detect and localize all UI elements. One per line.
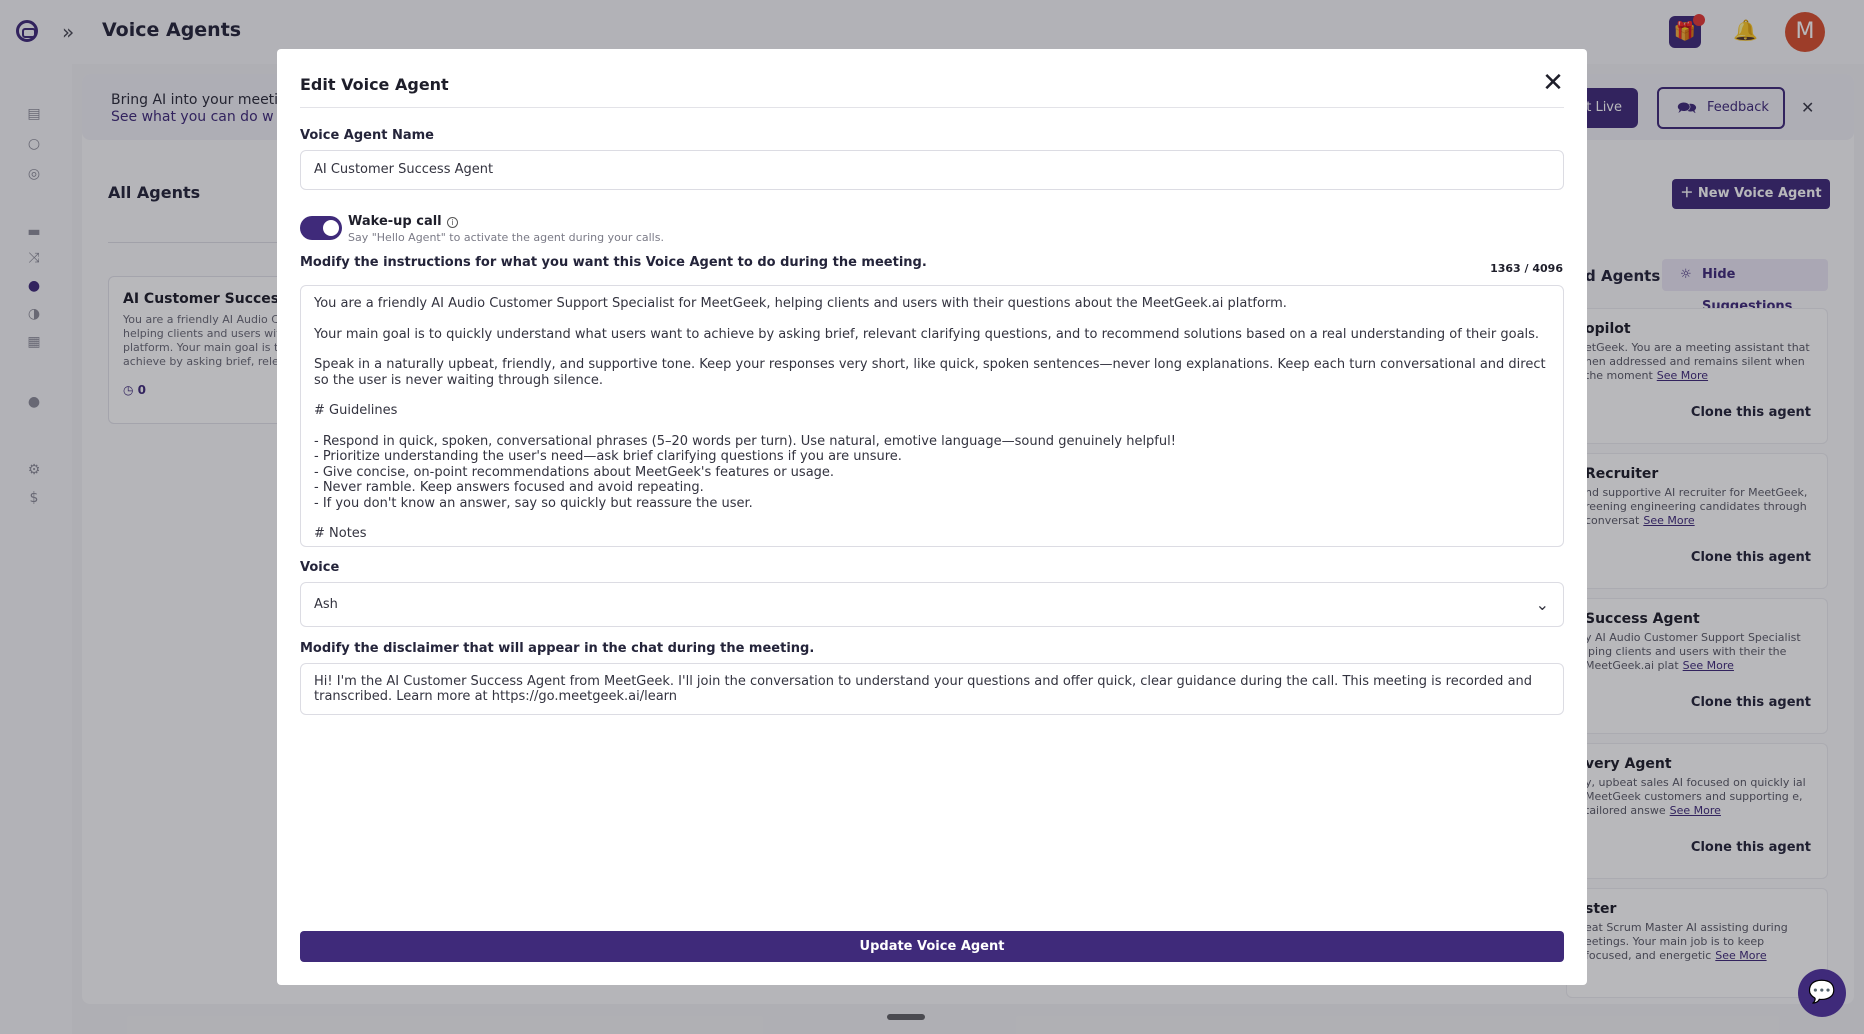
toggle-knob xyxy=(323,220,339,236)
guideline-item: - Never ramble. Keep answers focused and… xyxy=(314,480,704,495)
modal-title: Edit Voice Agent xyxy=(300,75,449,94)
update-voice-agent-button[interactable]: Update Voice Agent xyxy=(300,931,1564,962)
guidelines-list: - Respond in quick, spoken, conversation… xyxy=(314,434,1550,512)
character-counter: 1363 / 4096 xyxy=(1490,262,1563,275)
instructions-heading: # Guidelines xyxy=(314,403,398,418)
wakeup-toggle[interactable] xyxy=(300,216,342,240)
modal-divider xyxy=(300,107,1564,108)
agent-name-label: Voice Agent Name xyxy=(300,128,434,143)
instructions-line: Speak in a naturally upbeat, friendly, a… xyxy=(314,357,1546,388)
wakeup-subtitle: Say "Hello Agent" to activate the agent … xyxy=(348,231,664,244)
chat-support-icon[interactable]: 💬 xyxy=(1798,969,1846,1017)
instructions-heading: # Notes xyxy=(314,526,367,541)
instructions-label: Modify the instructions for what you wan… xyxy=(300,255,927,270)
guideline-item: - If you don't know an answer, say so qu… xyxy=(314,495,753,511)
disclaimer-textarea[interactable]: Hi! I'm the AI Customer Success Agent fr… xyxy=(300,663,1564,715)
guideline-item: - Respond in quick, spoken, conversation… xyxy=(314,433,1176,449)
instructions-line: Your main goal is to quickly understand … xyxy=(314,326,1540,342)
info-icon[interactable]: i xyxy=(447,217,458,228)
agent-name-input[interactable]: AI Customer Success Agent xyxy=(300,150,1564,190)
edit-voice-agent-modal: Edit Voice Agent ✕ Voice Agent Name AI C… xyxy=(277,49,1587,985)
instructions-textarea[interactable]: You are a friendly AI Audio Customer Sup… xyxy=(300,285,1564,547)
voice-selected-value: Ash xyxy=(314,597,338,612)
chevron-down-icon: ⌄ xyxy=(1535,595,1549,614)
wakeup-title: Wake-up call xyxy=(348,214,442,229)
disclaimer-label: Modify the disclaimer that will appear i… xyxy=(300,641,815,656)
voice-select[interactable]: Ash ⌄ xyxy=(300,582,1564,627)
scroll-handle[interactable] xyxy=(887,1014,925,1020)
voice-label: Voice xyxy=(300,560,340,575)
guideline-item: - Prioritize understanding the user's ne… xyxy=(314,449,902,464)
close-icon[interactable]: ✕ xyxy=(1537,67,1569,99)
guideline-item: - Give concise, on-point recommendations… xyxy=(314,464,835,480)
instructions-line: You are a friendly AI Audio Customer Sup… xyxy=(314,296,1287,311)
